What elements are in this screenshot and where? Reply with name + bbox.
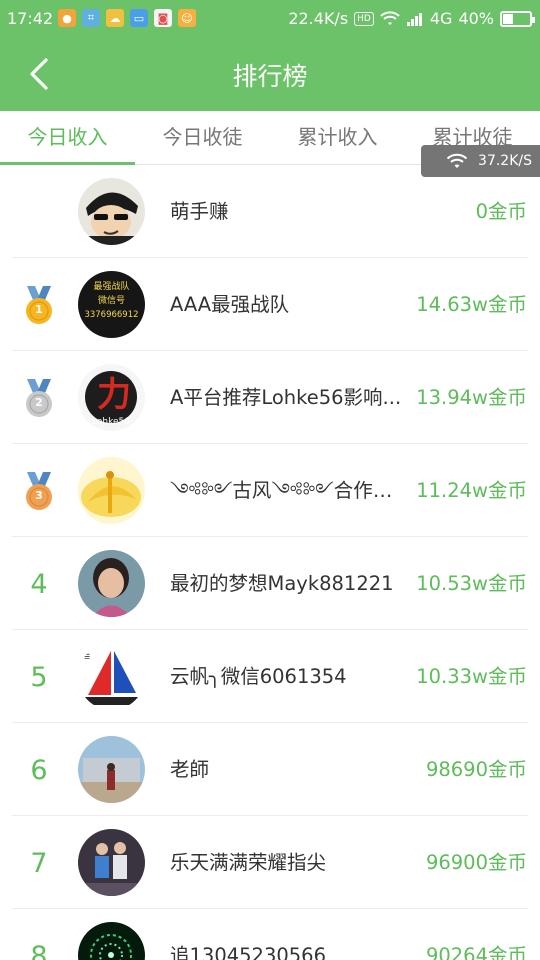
coin-amount: 13.94w金币	[416, 386, 527, 409]
coin-amount: 98690金币	[425, 758, 527, 781]
ranking-row[interactable]: 萌手赚 0金币	[0, 165, 540, 258]
rank-number: 7	[30, 847, 48, 879]
avatar-text: 微信号	[98, 294, 125, 306]
overlay-speed: 37.2K/S	[478, 153, 532, 169]
ranking-row[interactable]: 3 ༺༻古风༺༻合作微信sjz... 11.24w金币	[0, 444, 540, 537]
ranking-row[interactable]: 2 力 Lohke56 A平台推荐Lohke56影响... 13.94w金币	[0, 351, 540, 444]
coin-amount: 14.63w金币	[416, 293, 527, 316]
user-name: 萌手赚	[170, 200, 229, 223]
rank-number	[14, 187, 64, 237]
shop-notification-icon: ◙	[154, 9, 172, 27]
avatar-text: 最强战队	[93, 280, 129, 292]
battery-fill	[503, 13, 514, 24]
network-speed-overlay: 37.2K/S	[421, 145, 540, 177]
avatar[interactable]	[78, 550, 145, 617]
ranking-row[interactable]: 7 乐天满满荣耀指尖 96900金币	[0, 816, 540, 909]
coin-amount: 96900金币	[425, 851, 527, 874]
battery-percent: 40%	[458, 9, 494, 28]
coin-amount: 10.33w金币	[416, 665, 527, 688]
net-speed: 22.4K/s	[288, 9, 349, 28]
coin-amount: 0金币	[475, 200, 527, 223]
silver-medal-icon: 2	[14, 373, 64, 423]
coin-amount: 11.24w金币	[416, 479, 527, 502]
scan-notification-icon: ⌗	[82, 9, 100, 27]
rank-number: 8	[30, 940, 48, 960]
tab-today-apprentice[interactable]: 今日收徒	[135, 111, 270, 163]
avatar[interactable]	[78, 922, 145, 960]
ranking-row[interactable]: 5 ☰ 云帆╮微信6061354 10.33w金币	[0, 630, 540, 723]
status-time: 17:42	[7, 9, 54, 28]
gold-medal-icon: 1	[14, 280, 64, 330]
rank-number: 1	[35, 303, 43, 316]
coin-amount: 10.53w金币	[416, 572, 527, 595]
app-notification-icon: ●	[58, 9, 76, 27]
rank-number: 2	[35, 396, 43, 409]
page-title: 排行榜	[232, 62, 308, 91]
avatar[interactable]: 最强战队微信号 3376966912	[78, 271, 145, 338]
hd-icon: HD	[354, 11, 374, 26]
user-name: 云帆╮微信6061354	[170, 665, 347, 688]
user-name: ༺༻古风༺༻合作微信sjz...	[170, 479, 408, 502]
ranking-row[interactable]: 1 最强战队微信号 3376966912 AAA最强战队 14.63w金币	[0, 258, 540, 351]
bronze-medal-icon: 3	[14, 466, 64, 516]
avatar[interactable]: 力 Lohke56	[78, 364, 145, 431]
ranking-row[interactable]: 8 追13045230566 90264金币	[0, 909, 540, 960]
battery-icon	[500, 10, 535, 27]
network-type: 4G	[429, 9, 453, 28]
app-bar: 排行榜	[0, 38, 540, 111]
rank-number: 6	[30, 754, 48, 786]
avatar[interactable]	[78, 736, 145, 803]
coin-amount: 90264金币	[425, 944, 527, 960]
ranking-row[interactable]: 4 最初的梦想Mayk881221 10.53w金币	[0, 537, 540, 630]
signal-icon	[406, 12, 422, 26]
avatar-text: 3376966912	[84, 310, 138, 320]
ranking-row[interactable]: 6 老師 98690金币	[0, 723, 540, 816]
avatar[interactable]: ☰	[78, 643, 145, 710]
wifi-status-icon	[380, 10, 400, 25]
message-notification-icon: ▭	[130, 9, 148, 27]
cloud-notification-icon: ☁	[106, 9, 124, 27]
ranking-list: 萌手赚 0金币 1 最强战队微信号 3376966912 AAA最强战队 14.63w金币 2…	[0, 165, 540, 960]
wifi-icon	[446, 153, 468, 168]
rank-number: 4	[30, 568, 48, 600]
user-name: A平台推荐Lohke56影响...	[170, 386, 402, 409]
avatar-text: 力	[97, 375, 131, 415]
user-name: 追13045230566	[170, 944, 326, 960]
cat-notification-icon: ☺	[178, 9, 196, 27]
avatar[interactable]	[78, 178, 145, 245]
user-name: 老師	[170, 758, 210, 781]
user-name: AAA最强战队	[170, 293, 290, 316]
user-name: 最初的梦想Mayk881221	[170, 572, 394, 595]
user-name: 乐天满满荣耀指尖	[170, 851, 327, 874]
avatar[interactable]	[78, 457, 145, 524]
avatar-text: Lohke56	[92, 417, 130, 427]
tab-today-income[interactable]: 今日收入	[0, 111, 135, 163]
status-bar: 17:42 ● ⌗ ☁ ▭ ◙ ☺ 22.4K/s HD 4G 40%	[0, 0, 540, 38]
avatar[interactable]	[78, 829, 145, 896]
rank-number: 5	[30, 661, 48, 693]
avatar-text: ☰	[84, 653, 90, 661]
rank-number: 3	[35, 489, 43, 502]
tab-total-income[interactable]: 累计收入	[270, 111, 405, 163]
